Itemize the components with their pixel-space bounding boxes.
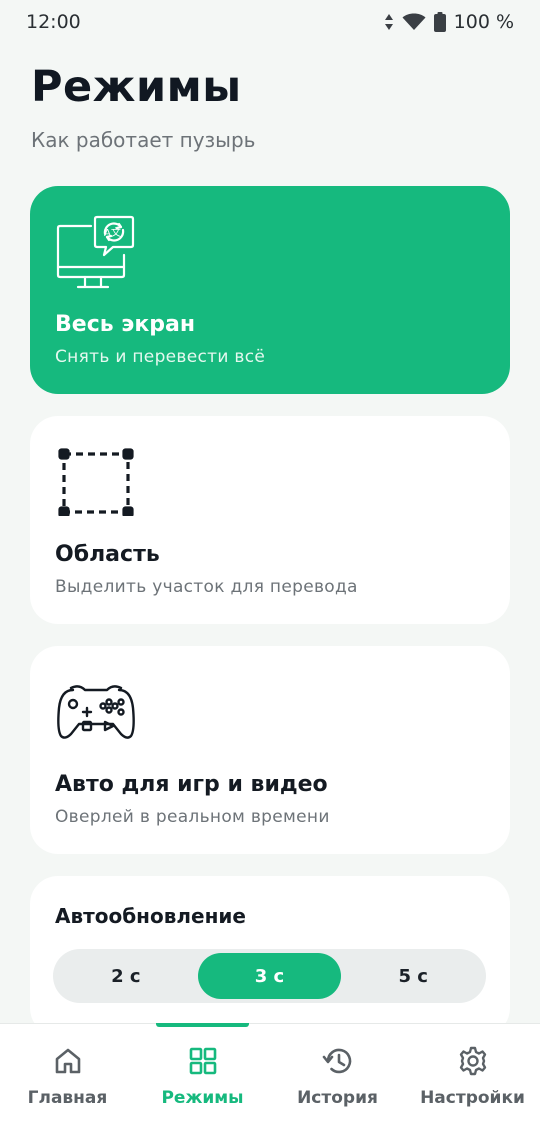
page-title: Режимы — [31, 62, 242, 112]
mode-card-fullscreen[interactable]: A文 Весь экран Снять и перевести всё — [30, 186, 510, 394]
status-bar: 12:00 100 % — [0, 0, 540, 44]
page-subtitle: Как работает пузырь — [31, 128, 256, 152]
nav-label: Режимы — [161, 1088, 244, 1108]
battery-percent: 100 % — [453, 11, 514, 33]
battery-icon — [433, 12, 446, 32]
mode-title: Авто для игр и видео — [55, 772, 328, 797]
nav-item-modes[interactable]: Режимы — [135, 1023, 270, 1134]
history-icon — [322, 1048, 351, 1074]
auto-refresh-card: Автообновление 2 с 3 с 5 с — [30, 876, 510, 1036]
mode-card-region[interactable]: Область Выделить участок для перевода — [30, 416, 510, 624]
interval-option-3s[interactable]: 3 с — [197, 953, 342, 999]
active-tab-indicator — [156, 1023, 249, 1027]
mode-title: Весь экран — [55, 312, 196, 337]
data-arrows-icon — [384, 14, 393, 30]
svg-text:A文: A文 — [104, 226, 121, 239]
gear-icon — [459, 1046, 486, 1076]
nav-item-history[interactable]: История — [270, 1024, 405, 1134]
gamepad-icon — [57, 685, 135, 739]
bottom-nav: Главная Режимы История Настройки — [0, 1023, 540, 1134]
mode-description: Выделить участок для перевода — [55, 577, 358, 597]
nav-label: Настройки — [420, 1088, 525, 1108]
mode-card-auto[interactable]: Авто для игр и видео Оверлей в реальном … — [30, 646, 510, 854]
region-select-icon — [58, 448, 134, 516]
nav-label: Главная — [27, 1088, 108, 1108]
auto-refresh-label: Автообновление — [55, 904, 246, 928]
monitor-translate-icon: A文 — [56, 215, 135, 289]
interval-option-5s[interactable]: 5 с — [341, 953, 485, 999]
nav-label: История — [297, 1088, 378, 1108]
mode-title: Область — [55, 542, 160, 567]
home-icon — [55, 1048, 80, 1074]
nav-item-settings[interactable]: Настройки — [405, 1024, 540, 1134]
refresh-interval-selector: 2 с 3 с 5 с — [53, 949, 486, 1003]
interval-option-2s[interactable]: 2 с — [54, 953, 198, 999]
mode-description: Снять и перевести всё — [55, 347, 266, 367]
nav-item-home[interactable]: Главная — [0, 1024, 135, 1134]
wifi-icon — [402, 13, 426, 30]
status-time: 12:00 — [26, 11, 81, 33]
grid-icon — [189, 1047, 216, 1075]
mode-description: Оверлей в реальном времени — [55, 807, 330, 827]
